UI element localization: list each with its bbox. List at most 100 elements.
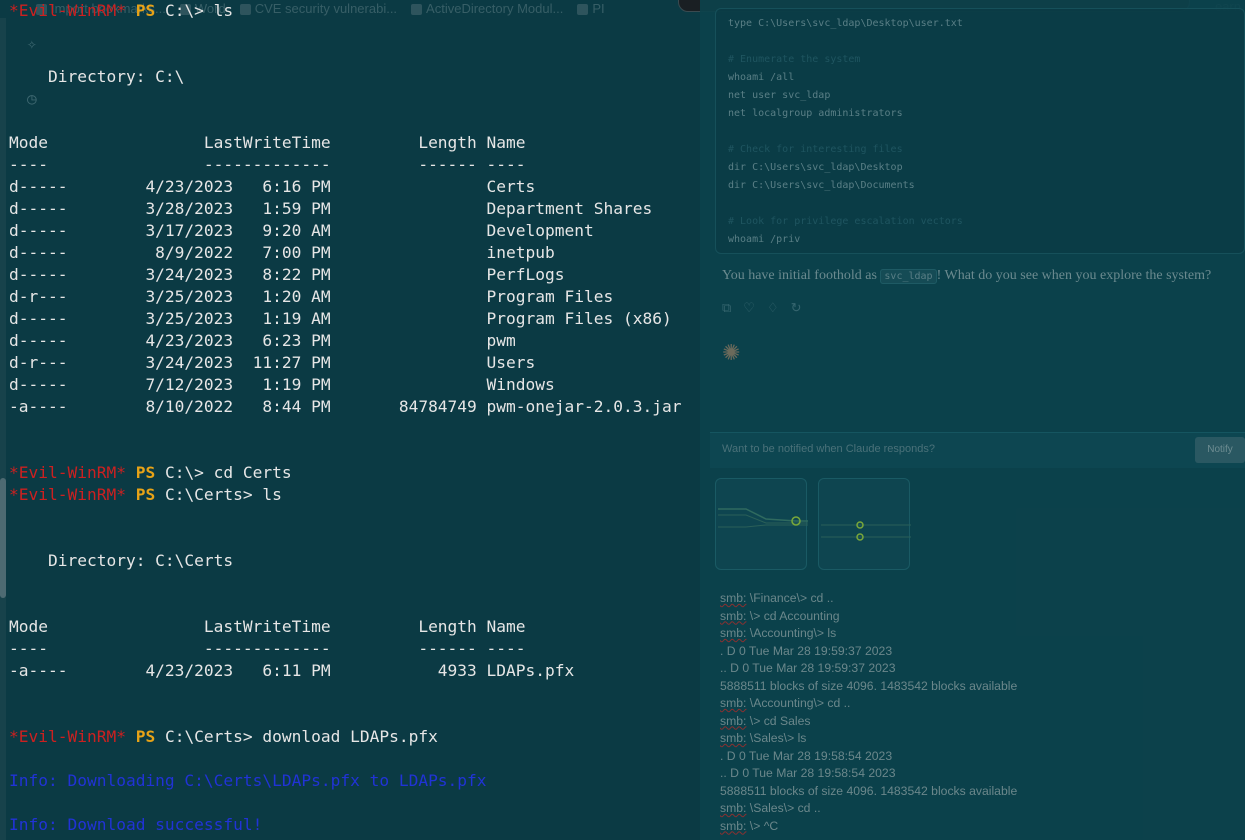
smb-line: smb: \Accounting\> ls bbox=[720, 625, 1240, 643]
prompt-host: *Evil-WinRM* bbox=[9, 485, 126, 504]
terminal-output-line: d----- 7/12/2023 1:19 PM Windows bbox=[9, 375, 555, 394]
smb-line: smb: \Sales\> ls bbox=[720, 730, 1240, 748]
smb-text: 5888511 blocks of size 4096. 1483542 blo… bbox=[720, 783, 1018, 798]
terminal-output-line: d----- 4/23/2023 6:16 PM Certs bbox=[9, 177, 536, 196]
prompt-ps: PS bbox=[135, 463, 156, 482]
smb-line: smb: \Finance\> cd .. bbox=[720, 590, 1240, 608]
terminal-prompt-line: *Evil-WinRM* PS C:\Certs> download LDAPs… bbox=[9, 726, 709, 748]
code-line: dir C:\Users\svc_ldap\Desktop bbox=[728, 162, 903, 173]
notify-button[interactable]: Notify bbox=[1195, 437, 1245, 463]
code-comment-line: # Look for privilege escalation vectors bbox=[728, 216, 963, 227]
smb-prefix: smb: bbox=[720, 731, 747, 745]
notify-text: Want to be notified when Claude responds… bbox=[722, 443, 936, 455]
terminal-output-line: d----- 3/24/2023 8:22 PM PerfLogs bbox=[9, 265, 565, 284]
smb-text: .. D 0 Tue Mar 28 19:58:54 2023 bbox=[720, 766, 896, 780]
smb-text: . D 0 Tue Mar 28 19:59:37 2023 bbox=[720, 643, 893, 658]
smb-prefix: smb: bbox=[720, 591, 747, 605]
smb-line: 5888511 blocks of size 4096. 1483542 blo… bbox=[720, 783, 1240, 801]
thumbnail-graphic-icon bbox=[718, 508, 808, 528]
prompt-host: *Evil-WinRM* bbox=[9, 463, 126, 482]
smb-prefix: smb: bbox=[720, 626, 747, 640]
claude-spark-icon: ✺ bbox=[722, 340, 741, 365]
prompt-ps: PS bbox=[135, 485, 156, 504]
left-sidebar bbox=[0, 18, 6, 840]
thumbs-up-icon[interactable]: ♡ bbox=[743, 300, 755, 316]
terminal-output-line: d----- 8/9/2022 7:00 PM inetpub bbox=[9, 243, 555, 262]
thumbnail-graphic-icon bbox=[821, 521, 911, 541]
copy-icon[interactable]: ⧉ bbox=[722, 300, 731, 316]
smb-line: . D 0 Tue Mar 28 19:59:37 2023 bbox=[720, 643, 1240, 661]
message-actions: ⧉ ♡ ♢ ↻ bbox=[722, 300, 802, 316]
terminal-output-line: d-r--- 3/24/2023 11:27 PM Users bbox=[9, 353, 536, 372]
notify-bar: Want to be notified when Claude responds… bbox=[710, 432, 1245, 468]
prompt-command: C:\> cd Certs bbox=[155, 463, 292, 482]
smb-line: smb: \Sales\> cd .. bbox=[720, 800, 1240, 818]
user-message-code: svc_ldap bbox=[880, 269, 937, 284]
terminal-output-line: d----- 3/25/2023 1:19 AM Program Files (… bbox=[9, 309, 672, 328]
attachment-thumbnail-2[interactable] bbox=[818, 478, 911, 570]
smb-line: . D 0 Tue Mar 28 19:58:54 2023 bbox=[720, 748, 1240, 766]
smb-prefix: smb: bbox=[720, 608, 747, 623]
smb-line: smb: \> cd Sales bbox=[720, 713, 1240, 731]
prompt-host: *Evil-WinRM* bbox=[9, 727, 126, 746]
smb-line: .. D 0 Tue Mar 28 19:59:37 2023 bbox=[720, 660, 1240, 678]
user-message-text: You have initial foothold as bbox=[722, 268, 881, 283]
smb-line: smb: \Accounting\> cd .. bbox=[720, 695, 1240, 713]
terminal-output-line: Directory: C:\ bbox=[9, 67, 185, 86]
thumbs-down-icon[interactable]: ♢ bbox=[767, 300, 779, 316]
prompt-command: C:\> ls bbox=[155, 1, 234, 20]
claude-panel: type C:\Users\svc_ldap\Desktop\user.txt #… bbox=[700, 0, 1245, 840]
smb-line: 5888511 blocks of size 4096. 1483542 blo… bbox=[720, 678, 1240, 696]
smb-line: smb: \> cd Accounting bbox=[720, 608, 1240, 626]
smb-prefix: smb: bbox=[720, 713, 747, 728]
user-message-text-end: ! What do you see when you explore the s… bbox=[936, 268, 1212, 283]
terminal-prompt-line: *Evil-WinRM* PS C:\> cd Certs bbox=[9, 462, 709, 484]
retry-icon[interactable]: ↻ bbox=[791, 300, 802, 316]
attachment-thumbnail-1[interactable] bbox=[715, 478, 808, 570]
smb-prefix: smb: bbox=[720, 801, 747, 815]
terminal-output-line: -a---- 4/23/2023 6:11 PM 4933 LDAPs.pfx bbox=[9, 661, 575, 680]
smb-line: smb: \> ^C bbox=[720, 818, 1240, 836]
prompt-command: C:\Certs> ls bbox=[155, 485, 282, 504]
smb-text: . D 0 Tue Mar 28 19:58:54 2023 bbox=[720, 748, 893, 763]
prompt-ps: PS bbox=[135, 727, 156, 746]
smb-text: \Accounting\> ls bbox=[746, 626, 837, 640]
code-line: type C:\Users\svc_ldap\Desktop\user.txt bbox=[728, 18, 963, 29]
smb-text: \Finance\> cd .. bbox=[746, 591, 834, 605]
smb-line: .. D 0 Tue Mar 28 19:58:54 2023 bbox=[720, 765, 1240, 783]
code-line: net localgroup administrators bbox=[728, 108, 903, 119]
terminal-output: *Evil-WinRM* PS C:\> ls Directory: C:\ Mo… bbox=[9, 0, 709, 840]
scrollbar-thumb[interactable] bbox=[0, 478, 6, 598]
code-comment-line: # Enumerate the system bbox=[728, 54, 861, 65]
code-line: dir C:\Users\svc_ldap\Documents bbox=[728, 180, 915, 191]
terminal-info-line: Info: Download successful! bbox=[9, 815, 263, 834]
terminal-output-line: d-r--- 3/25/2023 1:20 AM Program Files bbox=[9, 287, 614, 306]
terminal-prompt-line: *Evil-WinRM* PS C:\Certs> ls bbox=[9, 484, 709, 506]
terminal-prompt-line: *Evil-WinRM* PS C:\> ls bbox=[9, 0, 709, 22]
terminal-output-line: -a---- 8/10/2022 8:44 PM 84784749 pwm-on… bbox=[9, 397, 682, 416]
smb-text: \> ^C bbox=[746, 818, 779, 833]
code-comment-line: # Check for interesting files bbox=[728, 144, 903, 155]
prompt-host: *Evil-WinRM* bbox=[9, 1, 126, 20]
terminal-output-line: d----- 3/28/2023 1:59 PM Department Shar… bbox=[9, 199, 653, 218]
terminal-output-line: Mode LastWriteTime Length Name bbox=[9, 617, 526, 636]
terminal-output-line: Mode LastWriteTime Length Name bbox=[9, 133, 526, 152]
code-line: whoami /all bbox=[728, 72, 795, 83]
user-message: You have initial foothold as svc_ldap! W… bbox=[722, 266, 1237, 287]
prompt-ps: PS bbox=[135, 1, 156, 20]
